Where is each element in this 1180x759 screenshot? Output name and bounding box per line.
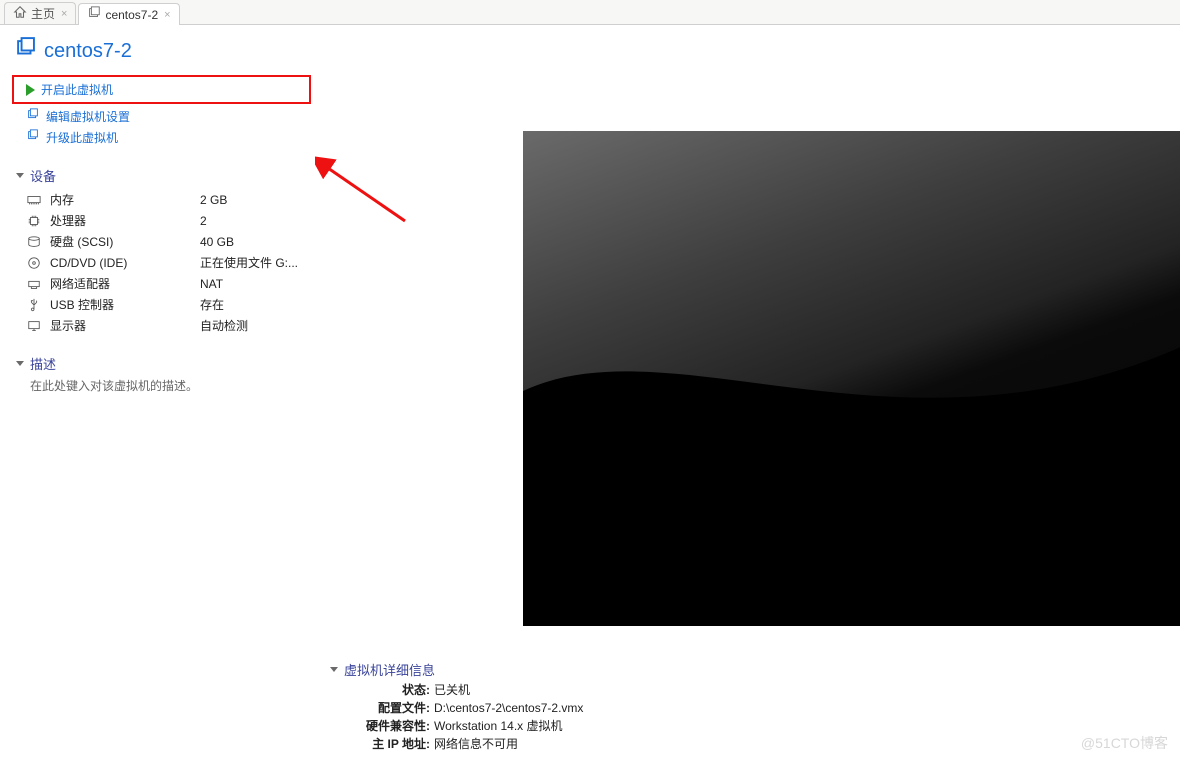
upgrade-icon bbox=[26, 129, 40, 146]
chevron-down-icon bbox=[16, 361, 24, 366]
device-row-usb[interactable]: USB 控制器 存在 bbox=[16, 294, 311, 315]
home-icon bbox=[13, 5, 27, 22]
page-header: centos7-2 bbox=[0, 25, 1180, 73]
page-title: centos7-2 bbox=[44, 40, 132, 63]
device-value: NAT bbox=[200, 277, 223, 291]
vm-preview[interactable] bbox=[523, 131, 1180, 626]
devices-table: 内存 2 GB 处理器 2 硬盘 (SCSI) 40 GB CD/DVD (ID… bbox=[16, 189, 311, 336]
right-panel bbox=[315, 73, 1180, 757]
power-on-link[interactable]: 开启此虚拟机 bbox=[14, 79, 309, 100]
device-row-network[interactable]: 网络适配器 NAT bbox=[16, 273, 311, 294]
left-panel: 开启此虚拟机 编辑虚拟机设置 升级此虚拟机 设备 内存 bbox=[0, 73, 315, 757]
description-section: 描述 在此处键入对该虚拟机的描述。 bbox=[16, 354, 311, 394]
settings-icon bbox=[26, 108, 40, 125]
device-row-memory[interactable]: 内存 2 GB bbox=[16, 189, 311, 210]
section-header-description[interactable]: 描述 bbox=[16, 354, 311, 373]
tab-label: centos7-2 bbox=[105, 8, 158, 22]
vm-icon bbox=[87, 6, 101, 23]
link-label: 开启此虚拟机 bbox=[41, 81, 113, 98]
close-icon[interactable]: × bbox=[164, 9, 170, 21]
device-row-disk[interactable]: 硬盘 (SCSI) 40 GB bbox=[16, 231, 311, 252]
detail-value: Workstation 14.x 虚拟机 bbox=[434, 717, 563, 735]
description-placeholder[interactable]: 在此处键入对该虚拟机的描述。 bbox=[16, 377, 311, 394]
detail-value: 已关机 bbox=[434, 681, 470, 699]
device-value: 2 GB bbox=[200, 193, 227, 207]
detail-row-ip: 主 IP 地址: 网络信息不可用 bbox=[330, 735, 930, 753]
device-value: 存在 bbox=[200, 296, 224, 313]
detail-label: 硬件兼容性: bbox=[358, 717, 430, 735]
tab-bar: 主页 × centos7-2 × bbox=[0, 0, 1180, 25]
section-header-devices[interactable]: 设备 bbox=[16, 166, 311, 185]
device-value: 2 bbox=[200, 214, 207, 228]
tab-home[interactable]: 主页 × bbox=[4, 2, 76, 24]
devices-section: 设备 内存 2 GB 处理器 2 硬盘 (SCSI) 40 GB bbox=[16, 166, 311, 336]
tab-label: 主页 bbox=[31, 5, 55, 22]
vm-icon bbox=[14, 37, 36, 65]
annotation-highlight: 开启此虚拟机 bbox=[12, 75, 311, 104]
section-title: 虚拟机详细信息 bbox=[344, 660, 435, 679]
section-header-details[interactable]: 虚拟机详细信息 bbox=[330, 660, 930, 679]
vm-details-section: 虚拟机详细信息 状态: 已关机 配置文件: D:\centos7-2\cento… bbox=[330, 660, 930, 753]
detail-value: D:\centos7-2\centos7-2.vmx bbox=[434, 699, 583, 717]
device-label: 硬盘 (SCSI) bbox=[50, 233, 192, 250]
disk-icon bbox=[26, 235, 42, 249]
device-label: 网络适配器 bbox=[50, 275, 192, 292]
detail-label: 状态: bbox=[358, 681, 430, 699]
device-row-cd[interactable]: CD/DVD (IDE) 正在使用文件 G:... bbox=[16, 252, 311, 273]
detail-row-state: 状态: 已关机 bbox=[330, 681, 930, 699]
device-value: 40 GB bbox=[200, 235, 234, 249]
memory-icon bbox=[26, 193, 42, 207]
display-icon bbox=[26, 319, 42, 333]
annotation-arrow bbox=[315, 131, 525, 251]
network-icon bbox=[26, 277, 42, 291]
usb-icon bbox=[26, 298, 42, 312]
cpu-icon bbox=[26, 214, 42, 228]
detail-value: 网络信息不可用 bbox=[434, 735, 518, 753]
chevron-down-icon bbox=[16, 173, 24, 178]
device-label: USB 控制器 bbox=[50, 296, 192, 313]
cd-icon bbox=[26, 256, 42, 270]
device-value: 正在使用文件 G:... bbox=[200, 254, 298, 271]
device-row-cpu[interactable]: 处理器 2 bbox=[16, 210, 311, 231]
detail-row-compat: 硬件兼容性: Workstation 14.x 虚拟机 bbox=[330, 717, 930, 735]
device-label: 内存 bbox=[50, 191, 192, 208]
section-title: 描述 bbox=[30, 354, 56, 373]
edit-settings-link[interactable]: 编辑虚拟机设置 bbox=[4, 106, 311, 127]
watermark: @51CTO博客 bbox=[1081, 733, 1168, 753]
upgrade-link[interactable]: 升级此虚拟机 bbox=[4, 127, 311, 148]
device-row-display[interactable]: 显示器 自动检测 bbox=[16, 315, 311, 336]
detail-row-config: 配置文件: D:\centos7-2\centos7-2.vmx bbox=[330, 699, 930, 717]
device-label: CD/DVD (IDE) bbox=[50, 256, 192, 270]
device-value: 自动检测 bbox=[200, 317, 248, 334]
detail-label: 配置文件: bbox=[358, 699, 430, 717]
device-label: 处理器 bbox=[50, 212, 192, 229]
link-label: 升级此虚拟机 bbox=[46, 129, 118, 146]
play-icon bbox=[26, 84, 35, 96]
device-label: 显示器 bbox=[50, 317, 192, 334]
chevron-down-icon bbox=[330, 667, 338, 672]
section-title: 设备 bbox=[30, 166, 56, 185]
close-icon[interactable]: × bbox=[61, 8, 67, 20]
detail-label: 主 IP 地址: bbox=[358, 735, 430, 753]
tab-vm[interactable]: centos7-2 × bbox=[78, 3, 179, 25]
link-label: 编辑虚拟机设置 bbox=[46, 108, 130, 125]
preview-wave bbox=[523, 131, 1180, 626]
